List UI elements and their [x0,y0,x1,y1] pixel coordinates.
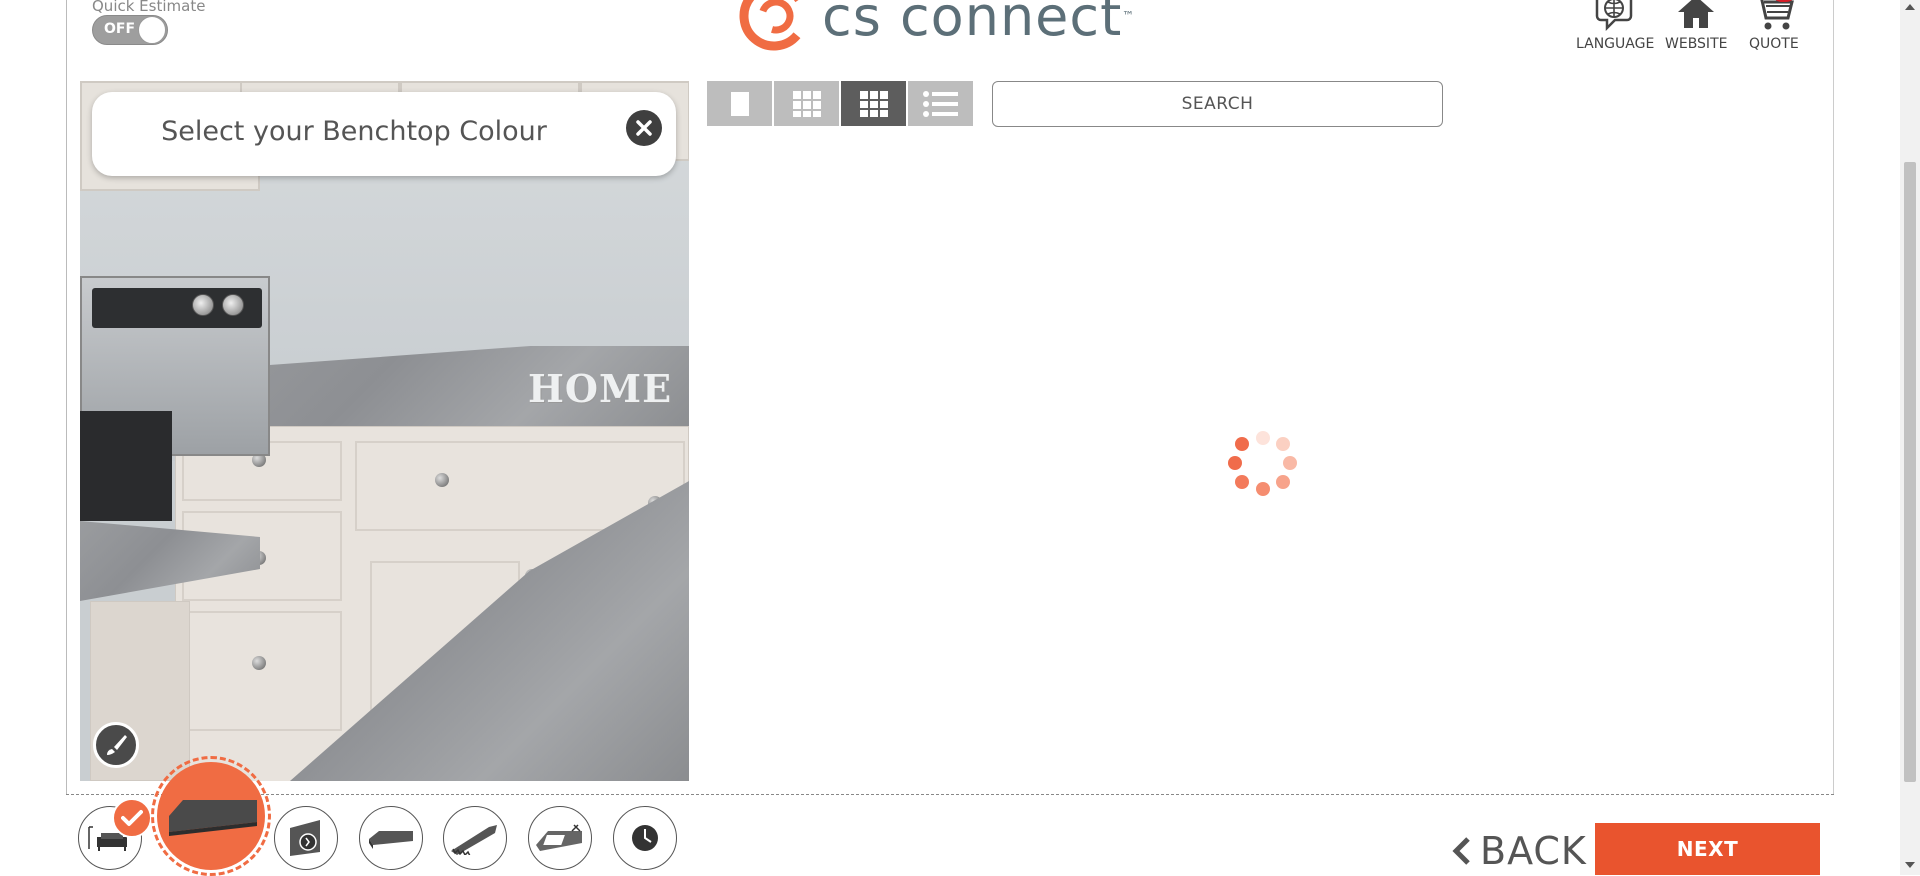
search-button[interactable]: SEARCH [992,81,1443,127]
logo-trademark: ™ [1122,9,1135,23]
paint-brush-button[interactable] [93,722,139,768]
preview-oven-door [80,411,172,521]
quote-label: QUOTE [1749,36,1799,52]
step-edge[interactable] [274,806,338,870]
quote-button[interactable]: 2 QUOTE [1749,0,1799,52]
single-view-icon [730,91,749,116]
website-label: WEBSITE [1665,36,1728,52]
toggle-knob [138,16,166,44]
back-label: BACK [1480,829,1587,873]
language-globe-icon [1595,0,1633,32]
close-icon [636,120,652,136]
splashback-icon [369,831,413,849]
stove-knob [192,294,214,316]
preview-drawer [182,611,342,731]
step-benchtop[interactable] [151,756,271,876]
scroll-up-arrow[interactable] [1905,4,1915,10]
scroll-thumb[interactable] [1904,162,1916,782]
spinner-dot [1283,456,1297,470]
language-label: LANGUAGE [1576,36,1655,52]
language-button[interactable]: LANGUAGE [1576,0,1654,52]
step-cutouts[interactable] [443,806,507,870]
step-sink[interactable] [528,806,592,870]
close-banner-button[interactable] [626,110,662,146]
spinner-dot [1256,431,1270,445]
scroll-down-arrow[interactable] [1905,862,1915,868]
list-view-icon [922,90,958,117]
logo-wordmark: cs connect [822,0,1123,48]
grid-2-icon [792,90,821,117]
view-grid-2-button[interactable] [774,81,839,126]
view-list-button[interactable] [908,81,973,126]
view-grid-3-button[interactable] [841,81,906,126]
home-icon [1678,0,1715,28]
frame-left-border [66,0,67,794]
spinner-dot [1256,482,1270,496]
frame-right-border [1833,0,1834,794]
view-single-button[interactable] [707,81,772,126]
quick-estimate-label: Quick Estimate [92,0,206,15]
website-button[interactable]: WEBSITE [1665,0,1727,52]
back-button[interactable]: BACK [1450,826,1587,876]
spinner-dot [1276,475,1290,489]
step-completed-badge [112,798,152,838]
page-scrollbar[interactable] [1900,0,1920,875]
banner-title: Select your Benchtop Colour [161,116,547,147]
loading-spinner [1228,431,1298,501]
spinner-dot [1276,437,1290,451]
logo-swirl-icon [739,0,809,51]
grid-3-icon [859,90,888,117]
benchtop-icon [169,800,257,836]
chevron-left-icon [1452,837,1470,865]
cart-icon [1760,0,1794,30]
spinner-dot [1235,437,1249,451]
saw-icon [451,825,497,855]
spinner-dot [1235,475,1249,489]
steps-divider [66,794,1834,795]
spinner-dot [1228,456,1242,470]
clock-icon [632,825,658,851]
next-button[interactable]: NEXT [1595,823,1820,875]
paint-brush-icon [107,735,127,755]
step-splashback[interactable] [359,806,423,870]
preview-knob [435,473,449,487]
toggle-state-text: OFF [104,21,136,37]
quick-estimate-toggle[interactable]: OFF [92,15,168,45]
kitchen-preview-image: HOME [80,81,689,781]
preview-home-decor: HOME [528,366,673,411]
select-benchtop-banner: Select your Benchtop Colour [92,92,676,176]
view-mode-group [707,81,975,126]
stove-knob [222,294,244,316]
cs-connect-logo[interactable]: cs connect ™ [738,0,1134,54]
preview-knob [252,656,266,670]
edge-profile-icon [290,820,320,856]
step-summary[interactable] [613,806,677,870]
sink-icon [536,824,582,851]
checkmark-icon [121,810,143,826]
